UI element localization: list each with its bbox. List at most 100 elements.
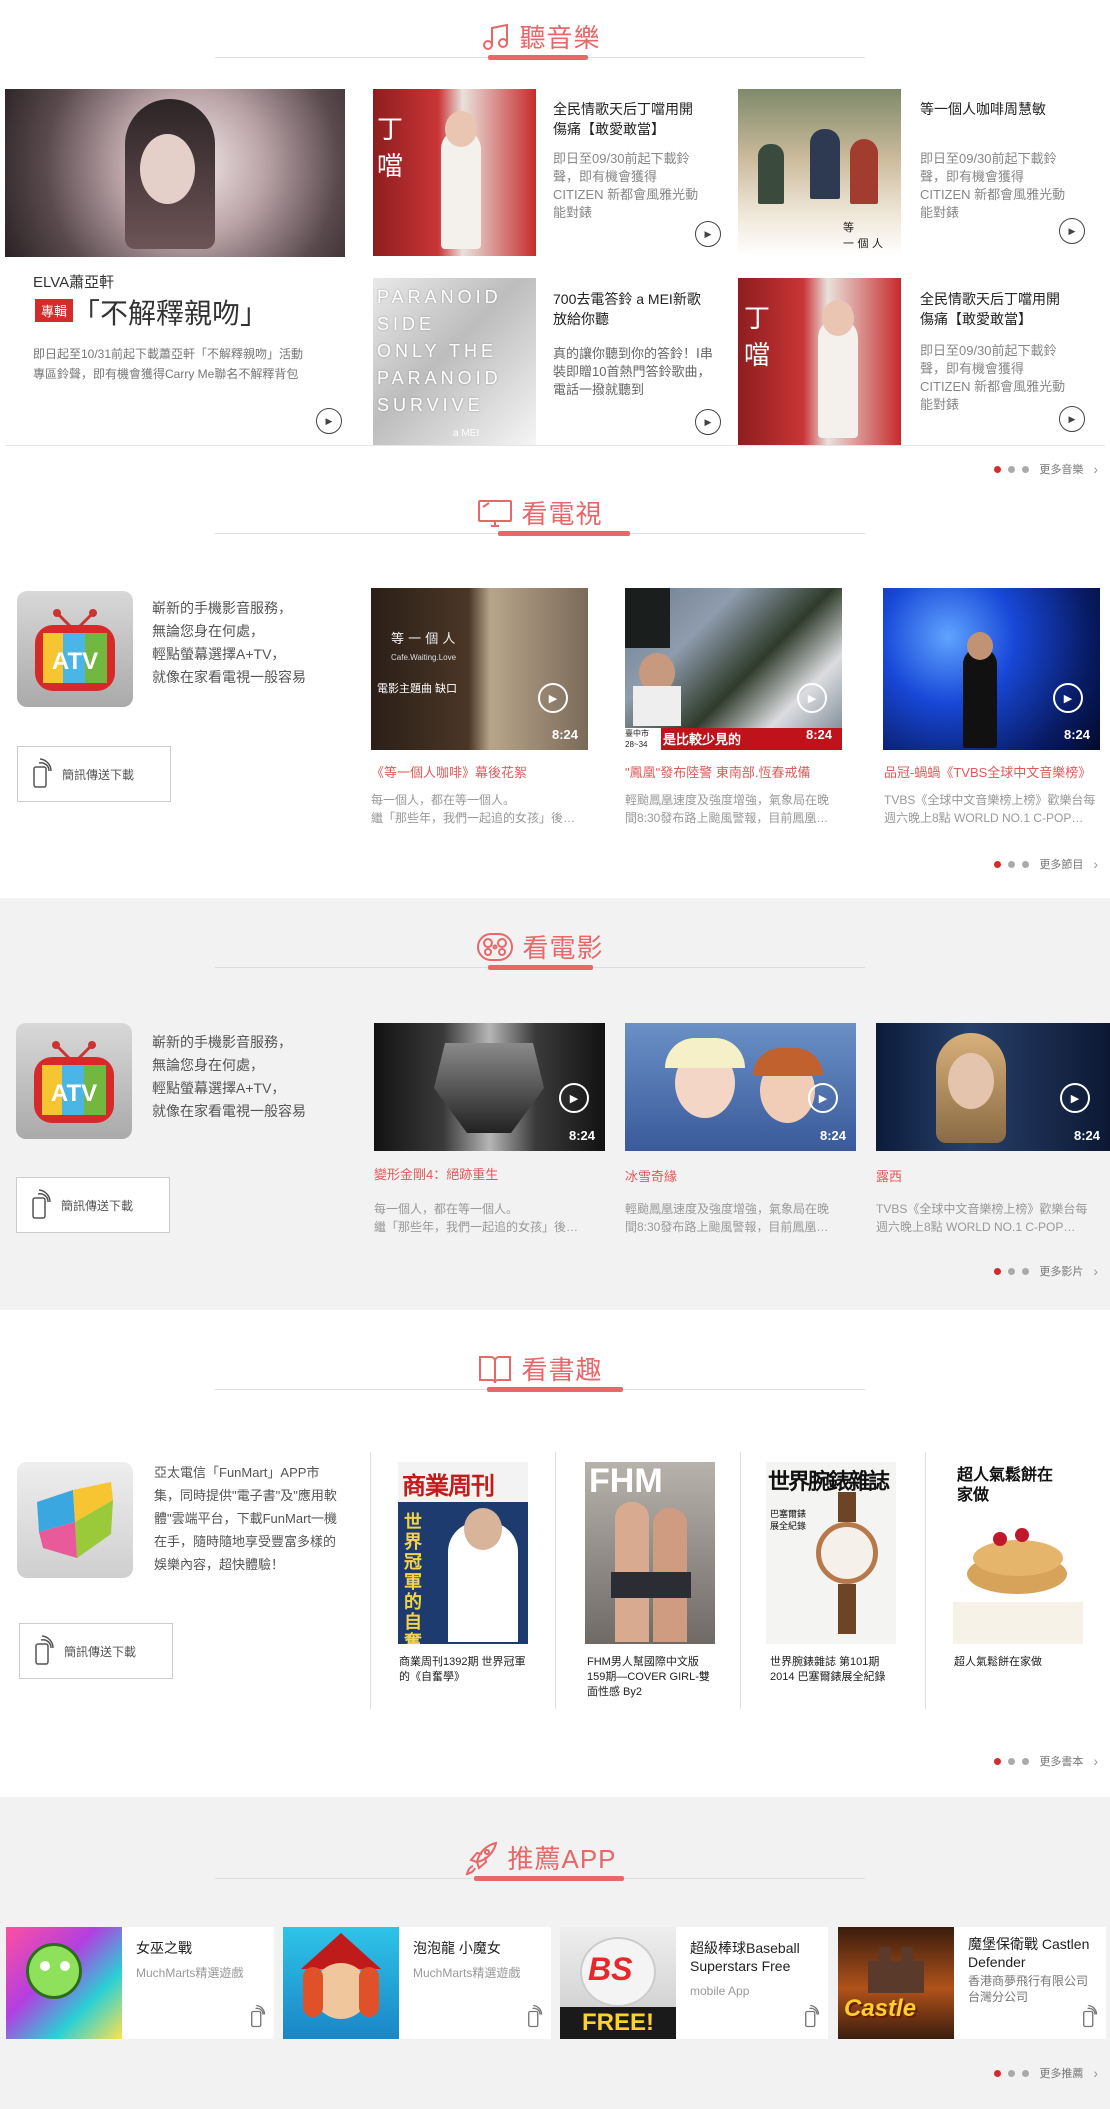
tv-video-1-title[interactable]: 《等一個人咖啡》幕後花絮	[371, 762, 591, 781]
movie-1-title[interactable]: 變形金剛4：絕跡重生	[374, 1164, 604, 1183]
app-1-name[interactable]: 女巫之戰	[136, 1939, 266, 1957]
music-pager-dots[interactable]	[994, 465, 1030, 473]
chevron-right-icon[interactable]: ›	[1093, 2065, 1098, 2081]
app-1-icon	[6, 1927, 122, 2039]
movie-more[interactable]: 更多影片 ›	[994, 1263, 1098, 1279]
book-1-title[interactable]: 商業周刊1392期 世界冠軍的《自奮學》	[399, 1655, 527, 1685]
music-card-3-desc: 真的讓你聽到你的答鈴！Ⅰ串裝即贈10首熱門答鈴歌曲，電話一撥就聽到	[553, 346, 713, 397]
apps-pager-dots[interactable]	[994, 2069, 1030, 2077]
tv-video-1-thumb[interactable]: 等 一 個 人 Cafe.Waiting.Love 電影主題曲 缺口 ▶ 8:2…	[371, 588, 588, 750]
book-4-cover[interactable]: 超人氣鬆餅在家做	[953, 1462, 1083, 1644]
music-card-3-image[interactable]: PARANOID SIDE ONLY THE PARANOID SURVIVE a ME…	[373, 278, 536, 445]
phone-signal-icon[interactable]	[802, 2004, 820, 2033]
music-card-1-image[interactable]: 丁噹	[373, 89, 536, 256]
phone-signal-icon[interactable]	[248, 2004, 266, 2033]
book-1-cover[interactable]: 商業周刊 世界冠軍的自奮學	[398, 1462, 528, 1644]
movie-header: 看電影	[215, 928, 865, 970]
music-card-1-desc: 即日至09/30前起下載鈴聲，即有機會獲得CITIZEN 新都會風雅光動能對錶	[553, 151, 699, 220]
chevron-right-icon[interactable]: ›	[1093, 1263, 1098, 1279]
music-card-2-title[interactable]: 等一個人咖啡周慧敏	[920, 99, 1070, 119]
app-4-icon: Castle	[838, 1927, 954, 2039]
movie-2-thumb[interactable]: ▶ 8:24	[625, 1023, 856, 1151]
tv-pager-dots[interactable]	[994, 860, 1030, 868]
app-3-sub: mobile App	[690, 1984, 750, 1998]
books-pager-dots[interactable]	[994, 1757, 1030, 1765]
phone-signal-icon	[30, 757, 52, 792]
movie-download-button[interactable]: 簡訊傳送下載	[16, 1177, 170, 1233]
tv-video-2-thumb[interactable]: 臺中市 28~34 是比較少見的 ▶ 8:24	[625, 588, 842, 750]
movie-3-thumb[interactable]: ▶ 8:24	[876, 1023, 1110, 1151]
music-more-link[interactable]: 更多音樂	[1039, 461, 1083, 477]
movie-1-play-button[interactable]: ▶	[559, 1083, 589, 1113]
tv-promo-text: 嶄新的手機影音服務， 無論您身在何處， 輕點螢幕選擇A+TV， 就像在家看電視一般容易	[152, 600, 306, 685]
app-card-2[interactable]: 泡泡龍 小魔女 MuchMarts精選遊戲	[283, 1927, 551, 2039]
music-card-3-play-button[interactable]: ▶	[695, 409, 721, 435]
tv-video-1-play-button[interactable]: ▶	[538, 683, 568, 713]
app-2-icon	[283, 1927, 399, 2039]
app-2-name[interactable]: 泡泡龍 小魔女	[413, 1939, 543, 1957]
phone-signal-icon[interactable]	[525, 2004, 543, 2033]
tv-video-2-desc: 輕颱鳳凰速度及強度增強，氣象局在晚 間8:30發布路上颱風警報，目前鳳凰…	[625, 793, 830, 825]
music-header: 聽音樂	[215, 18, 865, 60]
book-2-title[interactable]: FHM男人幫國際中文版159期—COVER GIRL-雙面性感 By2	[587, 1655, 715, 1700]
chevron-right-icon[interactable]: ›	[1093, 461, 1098, 477]
tv-video-2-title[interactable]: "鳳凰"發布陸警 東南部.恆春戒備	[625, 762, 845, 781]
movie-more-link[interactable]: 更多影片	[1039, 1263, 1083, 1279]
phone-signal-icon	[29, 1188, 51, 1223]
tv-section: 看電視 ATV 嶄新的手機影音服務， 無論您身在何處， 輕點螢幕選擇A+TV， 就像在…	[0, 480, 1110, 898]
app-3-name[interactable]: 超級棒球Baseball Superstars Free	[690, 1939, 820, 1975]
tv-video-3-thumb[interactable]: ▶ 8:24	[883, 588, 1100, 750]
movie-1-thumb[interactable]: ▶ 8:24	[374, 1023, 605, 1151]
music-card-2-play-button[interactable]: ▶	[1059, 218, 1085, 244]
book-3-title[interactable]: 世界腕錶雜誌 第101期 2014 巴塞爾錶展全紀錄	[770, 1655, 898, 1685]
phone-signal-icon[interactable]	[1080, 2004, 1098, 2033]
apps-section: 推薦APP 女巫之戰 MuchMarts精選遊戲 泡泡龍 小魔女 MuchMar…	[0, 1797, 1110, 2109]
music-card-4-title[interactable]: 全民情歌天后丁噹用開傷痛【敢愛敢當】	[920, 289, 1070, 329]
feature-play-button[interactable]: ▶	[316, 408, 342, 434]
atv-logo: ATV	[16, 1023, 132, 1139]
movie-2-title[interactable]: 冰雪奇緣	[625, 1166, 855, 1185]
feature-album-title[interactable]: 「不解釋親吻」	[72, 292, 268, 332]
music-card-1-play-button[interactable]: ▶	[695, 221, 721, 247]
music-card-2-image[interactable]: 等一 個 人	[738, 89, 901, 256]
movie-2-desc: 輕颱鳳凰速度及強度增強，氣象局在晚 間8:30發布路上颱風警報，目前鳳凰…	[625, 1202, 830, 1234]
book-3-cover[interactable]: 世界腕錶雜誌 巴塞爾錶展全紀錄	[766, 1462, 896, 1644]
movie-promo-text: 嶄新的手機影音服務， 無論您身在何處， 輕點螢幕選擇A+TV， 就像在家看電視一般容易	[152, 1034, 306, 1119]
app-4-sub: 香港商夢飛行有限公司台灣分公司	[968, 1974, 1089, 2004]
apps-more[interactable]: 更多推薦 ›	[994, 2065, 1098, 2081]
app-4-name[interactable]: 魔堡保衛戰 Castlen Defender	[968, 1935, 1098, 1971]
tv-video-3-title[interactable]: 品冠-蝸蝸《TVBS全球中文音樂榜》	[884, 762, 1104, 781]
movie-3-title[interactable]: 露西	[876, 1166, 1106, 1185]
album-badge: 專輯	[35, 299, 74, 322]
music-card-4-image[interactable]: 丁噹	[738, 278, 901, 445]
movie-pager-dots[interactable]	[994, 1267, 1030, 1275]
tv-more[interactable]: 更多節目 ›	[994, 856, 1098, 872]
app-card-4[interactable]: Castle 魔堡保衛戰 Castlen Defender 香港商夢飛行有限公司…	[838, 1927, 1106, 2039]
elva-album-cover[interactable]	[5, 89, 345, 257]
tv-video-3-play-button[interactable]: ▶	[1053, 683, 1083, 713]
movie-2-play-button[interactable]: ▶	[808, 1083, 838, 1113]
tv-download-button[interactable]: 簡訊傳送下載	[17, 746, 171, 802]
music-card-3-title[interactable]: 700去電答鈴 a MEI新歌放給你聽	[553, 289, 713, 329]
music-title: 聽音樂	[215, 18, 865, 60]
music-card-4-play-button[interactable]: ▶	[1059, 406, 1085, 432]
monitor-icon	[477, 498, 513, 535]
chevron-right-icon[interactable]: ›	[1093, 1753, 1098, 1769]
books-more[interactable]: 更多書本 ›	[994, 1753, 1098, 1769]
tv-video-1-desc: 每一個人，都在等一個人。 繼「那些年，我們一起追的女孩」後…	[371, 793, 576, 825]
music-card-1-title[interactable]: 全民情歌天后丁噹用開傷痛【敢愛敢當】	[553, 99, 703, 139]
app-3-icon: BS FREE!	[560, 1927, 676, 2039]
tv-video-2-play-button[interactable]: ▶	[797, 683, 827, 713]
app-card-3[interactable]: BS FREE! 超級棒球Baseball Superstars Free mo…	[560, 1927, 828, 2039]
tv-more-link[interactable]: 更多節目	[1039, 856, 1083, 872]
apps-more-link[interactable]: 更多推薦	[1039, 2065, 1083, 2081]
chevron-right-icon[interactable]: ›	[1093, 856, 1098, 872]
books-download-button[interactable]: 簡訊傳送下載	[19, 1623, 173, 1679]
music-more[interactable]: 更多音樂 ›	[994, 461, 1098, 477]
app-card-1[interactable]: 女巫之戰 MuchMarts精選遊戲	[6, 1927, 274, 2039]
book-2-cover[interactable]: FHM	[585, 1462, 715, 1644]
movie-3-play-button[interactable]: ▶	[1060, 1083, 1090, 1113]
books-section: 看書趣 亞太電信「FunMart」APP市集，同時提供"電子書"及"應用軟體"雲…	[0, 1310, 1110, 1797]
book-4-title[interactable]: 超人氣鬆餅在家做	[954, 1655, 1082, 1670]
books-more-link[interactable]: 更多書本	[1039, 1753, 1083, 1769]
